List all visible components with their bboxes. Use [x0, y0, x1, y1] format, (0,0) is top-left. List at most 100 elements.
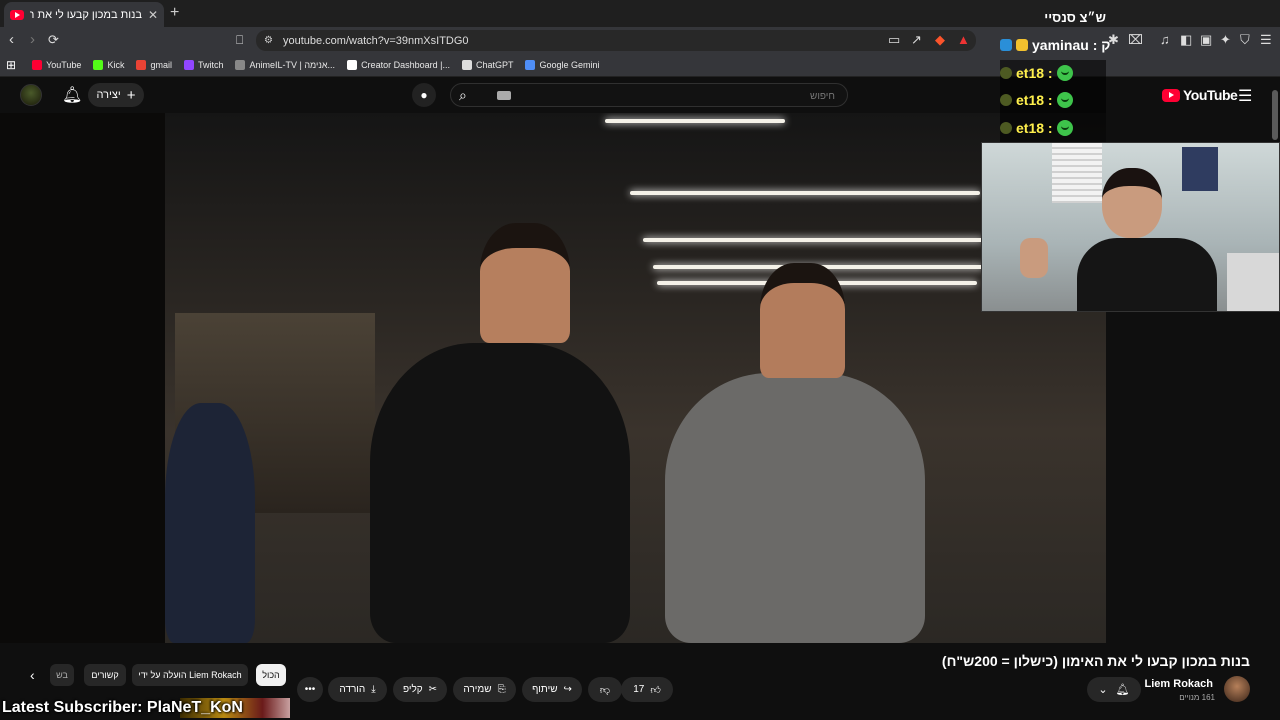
share-page-icon[interactable]: ↗: [911, 32, 922, 48]
sidebar-toggle-icon[interactable]: ◧: [1180, 32, 1192, 48]
green-smiley-emote-icon: [1056, 92, 1073, 108]
latest-subscriber-overlay: Latest Subscriber: PlaNeT_KoN: [2, 699, 243, 716]
bookmark-favicon-icon: [461, 59, 472, 70]
stream-chat-overlay: ש״צ סנסיי yaminau : ק et18 : et18 : et18…: [1000, 0, 1110, 142]
bookmark-favicon-icon: [347, 59, 358, 70]
bookmark-item[interactable]: ChatGPT: [461, 59, 514, 70]
chat-header-text: ש״צ סנסיי: [1044, 10, 1106, 25]
brave-shield-icon[interactable]: ◆: [935, 32, 945, 48]
chat-username: et18 :: [1016, 65, 1053, 81]
bookmark-item[interactable]: Google Gemini: [525, 59, 600, 70]
bookmark-favicon-icon: [93, 59, 104, 70]
account-avatar[interactable]: [20, 84, 42, 106]
clip-button[interactable]: קליפ ✂: [393, 677, 447, 702]
chat-username: et18 :: [1016, 120, 1053, 136]
subscriber-count: 161 מנויים: [1179, 693, 1215, 702]
youtube-logo[interactable]: YouTube: [1162, 87, 1238, 103]
bookmark-item[interactable]: AnimeIL-TV | אנימה...: [235, 59, 335, 70]
page-scrollbar[interactable]: [1272, 90, 1278, 140]
bookmark-favicon-icon: [235, 59, 246, 70]
thumbs-down-icon: 👎︎: [599, 684, 611, 696]
search-icon[interactable]: ⌕: [459, 87, 467, 104]
forward-icon[interactable]: ›: [30, 31, 35, 48]
save-label: שמירה: [463, 684, 492, 695]
scissors-icon: ✂: [428, 684, 438, 695]
chips-scroll-left-icon[interactable]: ‹: [30, 667, 35, 683]
bed-decoration: [1227, 253, 1279, 311]
keyboard-icon[interactable]: [497, 91, 511, 100]
youtube-logo-text: YouTube: [1183, 87, 1238, 103]
bookmark-label: ChatGPT: [475, 59, 514, 70]
bookmark-favicon-icon: [183, 59, 194, 70]
bookmark-label: YouTube: [46, 59, 82, 70]
install-app-icon[interactable]: ▭: [888, 32, 900, 48]
close-tab-icon[interactable]: ✕: [148, 8, 158, 22]
recommendation-chips: ‹ בש קשורים הועלה על ידי Liem Rokach הכו…: [24, 664, 290, 686]
thumbs-up-icon[interactable]: 👍︎: [650, 684, 660, 696]
brave-rewards-icon[interactable]: ▲: [957, 32, 970, 47]
search-input[interactable]: [535, 88, 835, 104]
window-shutter-decoration: [1052, 143, 1102, 203]
chat-badge-icon: [1000, 39, 1012, 51]
thumbs-up-hand: [1020, 238, 1048, 278]
chat-message: et18 :: [1000, 65, 1073, 81]
green-smiley-emote-icon: [1056, 65, 1073, 81]
bookmark-star-icon[interactable]: ⎕: [236, 33, 243, 48]
browser-tab-active[interactable]: בנות במכון קבעו לי את האימון (כ ✕: [4, 2, 164, 27]
bookmark-item[interactable]: YouTube: [32, 59, 82, 70]
reload-icon[interactable]: ⟳: [48, 32, 59, 48]
share-button[interactable]: שיתוף ↪: [522, 677, 582, 702]
media-music-icon[interactable]: ♫: [1160, 32, 1170, 47]
screenshot-icon[interactable]: ⌧: [1128, 32, 1143, 48]
bookmark-label: Kick: [107, 59, 125, 70]
tab-title: בנות במכון קבעו לי את האימון (כ: [30, 8, 142, 21]
address-bar[interactable]: ⚙ youtube.com/watch?v=39nmXsITDG0: [256, 30, 976, 51]
chip-partial[interactable]: בש: [50, 664, 74, 686]
create-button[interactable]: יצירה +: [88, 83, 144, 107]
ceiling-light-decoration: [605, 119, 785, 123]
chip-all[interactable]: הכול: [256, 664, 286, 686]
chip-related[interactable]: קשורים: [84, 664, 126, 686]
chat-username: yaminau : ק: [1032, 37, 1111, 53]
dislike-button[interactable]: 👎︎: [588, 677, 622, 702]
leo-ai-icon[interactable]: ✦: [1220, 32, 1231, 48]
green-smiley-emote-icon: [1056, 120, 1073, 136]
more-horizontal-icon: •••: [304, 684, 316, 695]
channel-name[interactable]: Liem Rokach: [1145, 678, 1213, 690]
bookmark-item[interactable]: Twitch: [183, 59, 223, 70]
bookmark-item[interactable]: Kick: [93, 59, 125, 70]
bookmark-favicon-icon: [32, 59, 43, 70]
plus-icon: +: [126, 86, 136, 104]
address-url: youtube.com/watch?v=39nmXsITDG0: [282, 34, 469, 47]
notifications-bell-icon[interactable]: 🔔︎: [62, 85, 82, 105]
guide-menu-icon[interactable]: ☰: [1238, 86, 1252, 106]
vpn-icon[interactable]: ⛉: [1240, 32, 1250, 48]
chip-uploaded-by[interactable]: הועלה על ידי Liem Rokach: [132, 664, 248, 686]
browser-menu-icon[interactable]: ☰: [1260, 32, 1272, 48]
more-actions-button[interactable]: •••: [297, 677, 323, 702]
back-icon[interactable]: ‹: [9, 31, 14, 48]
streamer-body: [1077, 238, 1217, 311]
new-tab-icon[interactable]: +: [170, 4, 179, 22]
background-person: [165, 403, 255, 643]
subscribed-button[interactable]: ⌄ 🔔︎: [1087, 677, 1141, 702]
bookmark-item[interactable]: Creator Dashboard |...: [347, 59, 450, 70]
wallet-icon[interactable]: ▣: [1200, 32, 1212, 48]
clip-label: קליפ: [402, 684, 423, 695]
chat-message: yaminau : ק: [1000, 37, 1110, 53]
search-box: ⌕: [450, 83, 848, 107]
download-button[interactable]: הורדה ⤓: [328, 677, 387, 702]
chat-message: et18 :: [1000, 120, 1073, 136]
bookmark-icon: ⎘: [497, 684, 506, 695]
person-right-gray-tank: [665, 373, 925, 643]
video-player[interactable]: [165, 113, 1106, 643]
apps-grid-icon[interactable]: ⊞: [6, 58, 16, 72]
bookmark-item[interactable]: gmail: [136, 59, 172, 70]
streamer-webcam: [981, 142, 1280, 312]
ceiling-light-decoration: [630, 191, 980, 195]
site-info-icon[interactable]: ⚙: [264, 35, 273, 46]
channel-avatar[interactable]: [1224, 676, 1250, 702]
save-button[interactable]: שמירה ⎘: [453, 677, 516, 702]
bell-icon: 🔔︎: [1115, 684, 1130, 696]
voice-search-mic-icon[interactable]: ●: [412, 83, 436, 107]
